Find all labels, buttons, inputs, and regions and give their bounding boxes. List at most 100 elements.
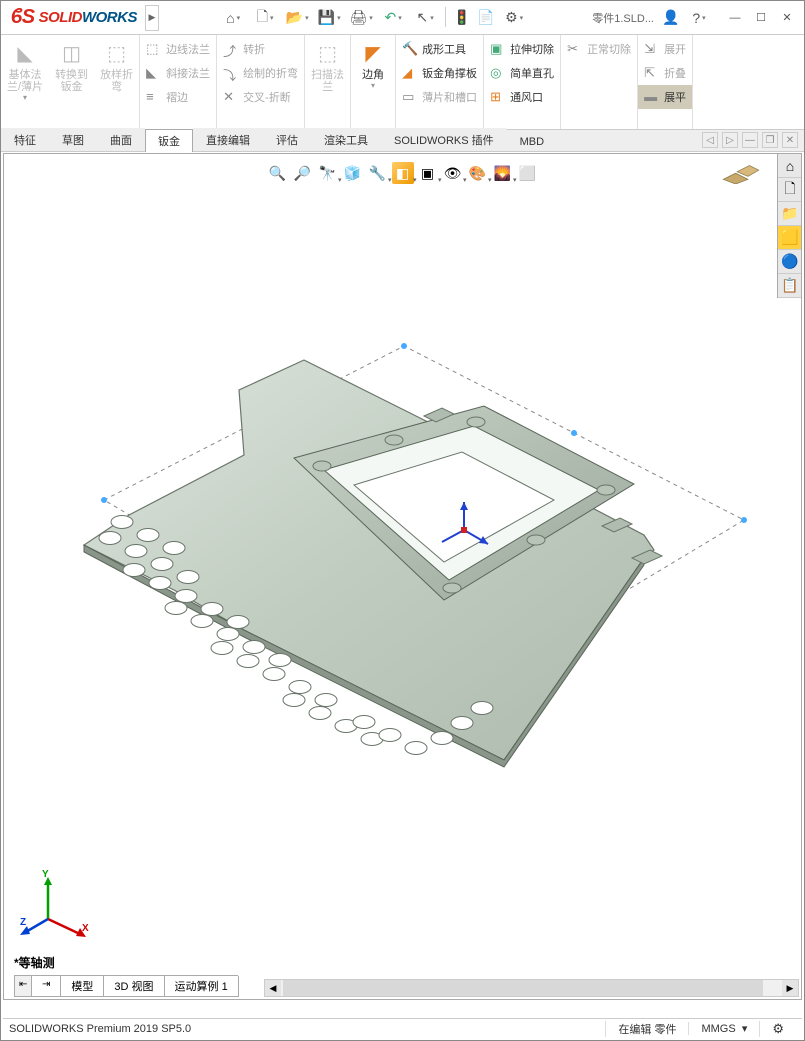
help-button[interactable]: ?	[684, 7, 714, 29]
swept-flange-button[interactable]: ⬚扫描法 兰	[305, 35, 350, 95]
ribbon-group-base: ◣基体法 兰/薄片▾ ◫转换到 钣金 ⬚放样折 弯	[1, 35, 140, 129]
quick-access-toolbar: ⌂ 🗋 📂 💾 🖨 ↶ ↖ 🚦 📄 ⚙	[159, 7, 588, 29]
sketched-bend-button[interactable]: ⤵绘制的折弯	[217, 61, 304, 85]
scroll-right-button[interactable]: ▶	[782, 980, 798, 996]
tab-direct-editing[interactable]: 直接编辑	[193, 128, 263, 151]
options-button[interactable]: ⚙	[499, 7, 529, 29]
view-settings-button[interactable]: ⬜	[517, 162, 539, 184]
unfold-button[interactable]: ⇲展开	[638, 37, 692, 61]
gusset-button[interactable]: ◢钣金角撑板	[396, 61, 483, 85]
motion-tab-prev[interactable]: ⇤	[14, 976, 32, 997]
tab-features[interactable]: 特征	[1, 128, 49, 151]
extruded-cut-button[interactable]: ▣拉伸切除	[484, 37, 560, 61]
apply-scene-button[interactable]: 🌄	[492, 162, 514, 184]
tab-solidworks-addins[interactable]: SOLIDWORKS 插件	[381, 128, 507, 151]
view-orientation-button[interactable]: ◧	[392, 162, 414, 184]
zoom-area-button[interactable]: 🔎	[292, 162, 314, 184]
normal-cut-button[interactable]: ✂正常切除	[561, 37, 637, 61]
ribbon-group-cut: ▣拉伸切除 ◎简单直孔 ⊞通风口	[484, 35, 561, 129]
previous-view-button[interactable]: 🔭	[317, 162, 339, 184]
status-edit-mode: 在编辑 零件	[605, 1021, 688, 1037]
mdi-restore-button[interactable]: ❐	[762, 132, 778, 148]
dynamic-annotation-button[interactable]: 🔧	[367, 162, 389, 184]
display-style-button[interactable]: ▣	[417, 162, 439, 184]
miter-flange-button[interactable]: ◣斜接法兰	[140, 61, 216, 85]
vent-button[interactable]: ⊞通风口	[484, 85, 560, 109]
tab-surfaces[interactable]: 曲面	[97, 128, 145, 151]
mdi-prev-button[interactable]: ◁	[702, 132, 718, 148]
mdi-close-button[interactable]: ✕	[782, 132, 798, 148]
edit-appearance-button[interactable]: 🎨	[467, 162, 489, 184]
print-button[interactable]: 🖨	[346, 7, 376, 29]
flatten-button[interactable]: ▬展平	[638, 85, 692, 109]
menu-expand-button[interactable]: ▶	[145, 5, 159, 31]
task-file-explorer-button[interactable]: 📁	[778, 202, 802, 226]
cross-break-button[interactable]: ✕交叉-折断	[217, 85, 304, 109]
tab-slot-button[interactable]: ▭薄片和槽口	[396, 85, 483, 109]
user-button[interactable]: 👤	[660, 7, 682, 29]
maximize-button[interactable]: ☐	[748, 7, 774, 29]
minimize-button[interactable]: —	[722, 7, 748, 29]
tab-sketch[interactable]: 草图	[49, 128, 97, 151]
rebuild-button[interactable]: 🚦	[451, 7, 473, 29]
task-custom-props-button[interactable]: 📋	[778, 274, 802, 298]
fold-button[interactable]: ⇱折叠	[638, 61, 692, 85]
mdi-controls: ◁ ▷ — ❐ ✕	[702, 132, 798, 148]
logo-works: WORKS	[82, 9, 137, 26]
hide-show-button[interactable]: 👁	[442, 162, 464, 184]
convert-sheetmetal-button[interactable]: ◫转换到 钣金	[49, 35, 94, 129]
scroll-left-button[interactable]: ◀	[265, 980, 281, 996]
scroll-thumb[interactable]	[283, 980, 763, 996]
graphics-viewport[interactable]: 🔍 🔎 🔭 🧊 🔧 ◧ ▣ 👁 🎨 🌄 ⬜ ⌂ 🗋 📁 🟨 🔵 📋	[3, 153, 802, 1000]
title-bar: ϐS SOLIDWORKS ▶ ⌂ 🗋 📂 💾 🖨 ↶ ↖ 🚦 📄 ⚙ 零件1.…	[1, 1, 804, 35]
task-design-library-button[interactable]: 🗋	[778, 178, 802, 202]
zoom-fit-button[interactable]: 🔍	[267, 162, 289, 184]
corner-icon: ◤	[359, 39, 387, 67]
task-appearances-button[interactable]: 🔵	[778, 250, 802, 274]
flatten-indicator-icon[interactable]	[721, 164, 761, 184]
loft-icon: ⬚	[103, 39, 131, 67]
base-flange-icon: ◣	[11, 39, 39, 67]
ribbon-group-bend: ⤴转折 ⤵绘制的折弯 ✕交叉-折断	[217, 35, 305, 129]
base-flange-button[interactable]: ◣基体法 兰/薄片▾	[1, 35, 49, 129]
hem-button[interactable]: ≡褶边	[140, 85, 216, 109]
status-units[interactable]: MMGS ▾	[688, 1022, 759, 1035]
jog-icon: ⤴	[223, 41, 239, 57]
tab-sheetmetal[interactable]: 钣金	[145, 129, 193, 152]
jog-button[interactable]: ⤴转折	[217, 37, 304, 61]
undo-button[interactable]: ↶	[378, 7, 408, 29]
task-resource-button[interactable]: ⌂	[778, 154, 802, 178]
mdi-next-button[interactable]: ▷	[722, 132, 738, 148]
select-button[interactable]: ↖	[410, 7, 440, 29]
document-name: 零件1.SLD...	[588, 10, 658, 26]
forming-tool-button[interactable]: 🔨成形工具	[396, 37, 483, 61]
mdi-minimize-button[interactable]: —	[742, 132, 758, 148]
save-button[interactable]: 💾	[314, 7, 344, 29]
section-view-button[interactable]: 🧊	[342, 162, 364, 184]
cross-break-icon: ✕	[223, 89, 239, 105]
new-button[interactable]: 🗋	[250, 7, 280, 29]
tab-model[interactable]: 模型	[60, 976, 104, 997]
tab-motion-study[interactable]: 运动算例 1	[164, 976, 239, 997]
forming-tool-icon: 🔨	[402, 41, 418, 57]
ribbon-group-forming: 🔨成形工具 ◢钣金角撑板 ▭薄片和槽口	[396, 35, 484, 129]
lofted-bend-button[interactable]: ⬚放样折 弯	[94, 35, 139, 129]
macro-button[interactable]: 📄	[475, 7, 497, 29]
corners-button[interactable]: ◤边角▾	[351, 35, 395, 92]
tab-3d-views[interactable]: 3D 视图	[103, 976, 164, 997]
simple-hole-button[interactable]: ◎简单直孔	[484, 61, 560, 85]
close-button[interactable]: ✕	[774, 7, 800, 29]
tab-evaluate[interactable]: 评估	[263, 128, 311, 151]
motion-tab-next[interactable]: ⇥	[31, 976, 61, 997]
status-options-button[interactable]: ⚙	[759, 1021, 796, 1037]
edge-flange-button[interactable]: ⬚边线法兰	[140, 37, 216, 61]
orientation-triad[interactable]: Y X Z	[20, 869, 90, 939]
task-view-palette-button[interactable]: 🟨	[778, 226, 802, 250]
horizontal-scrollbar[interactable]: ◀ ▶	[264, 979, 799, 997]
home-button[interactable]: ⌂	[218, 7, 248, 29]
undo-icon: ↶	[384, 9, 396, 26]
open-button[interactable]: 📂	[282, 7, 312, 29]
tab-render-tools[interactable]: 渲染工具	[311, 128, 381, 151]
tab-mbd[interactable]: MBD	[507, 132, 557, 151]
part-model	[44, 340, 754, 820]
